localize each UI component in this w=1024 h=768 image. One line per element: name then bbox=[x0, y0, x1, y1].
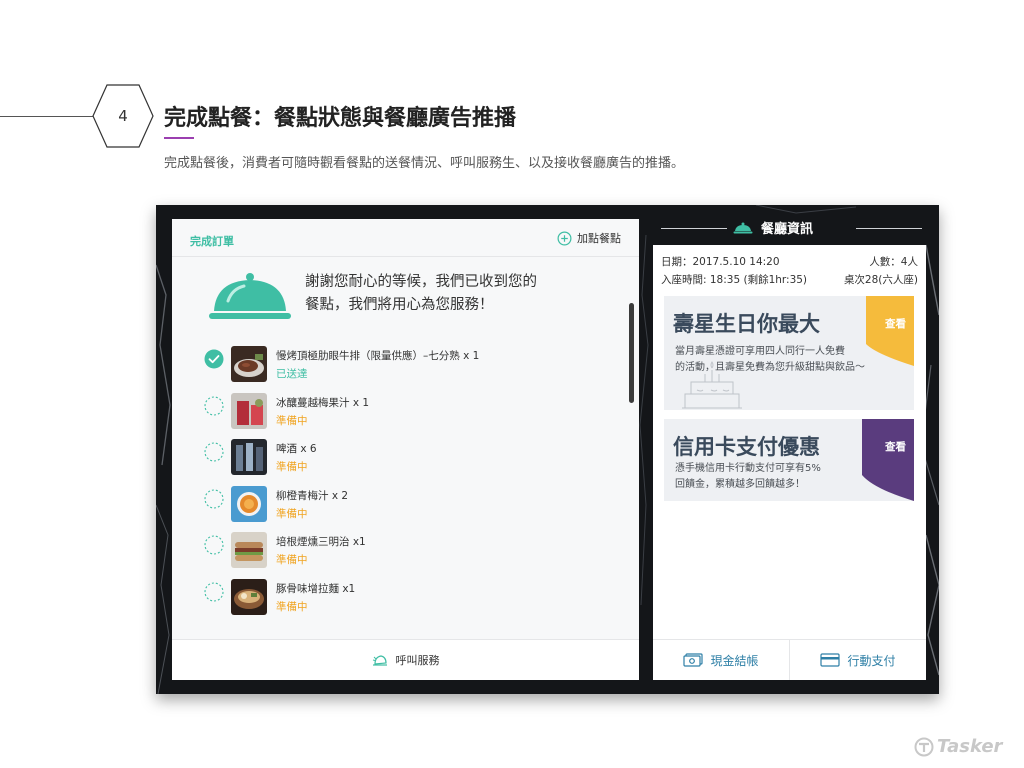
restaurant-info-label: 餐廳資訊 bbox=[761, 222, 814, 237]
thanks-message: 謝謝您耐心的等候，我們已收到您的 餐點，我們將用心為您服務！ bbox=[305, 271, 605, 317]
item-status: 準備中 bbox=[276, 414, 308, 427]
ad-description: 當月壽星憑證可享用四人同行一人免費 的活動，且壽星免費為您升級甜點與飲品～ bbox=[675, 344, 865, 376]
sandwich-thumbnail bbox=[231, 532, 267, 568]
cranberry-juice-thumbnail bbox=[231, 392, 267, 429]
credit-card-icon bbox=[820, 653, 841, 667]
table-number: 桌次28(六人座) bbox=[843, 274, 918, 286]
tablet-mockup: 完成訂單 加點餐點 謝謝您耐心的等候，我們已收到您的 餐點，我們將用心為您服務！ bbox=[156, 205, 939, 694]
pending-circle-icon bbox=[204, 535, 224, 555]
info-row: 日期：2017.5.10 14:20 人數：4人 bbox=[661, 253, 918, 271]
table-info: 日期：2017.5.10 14:20 人數：4人 入座時間: 18:35 (剩餘… bbox=[653, 245, 926, 295]
item-name: 豚骨味增拉麵 x1 bbox=[276, 582, 356, 595]
item-name: 柳橙青梅汁 x 2 bbox=[276, 489, 349, 502]
title-underline bbox=[164, 137, 194, 139]
ad-description: 憑手機信用卡行動支付可享有5% 回饋金，累積越多回饋越多！ bbox=[675, 461, 821, 493]
item-name: 冰釀蔓越梅果汁 x 1 bbox=[276, 396, 370, 409]
credit-card-ad-card[interactable]: 信用卡支付優惠 憑手機信用卡行動支付可享有5% 回饋金，累積越多回饋越多！ 查看 bbox=[664, 419, 914, 501]
ad-line: 的活動，且壽星免費為您升級甜點與飲品～ bbox=[675, 362, 865, 373]
steak-thumbnail bbox=[231, 346, 267, 382]
order-panel-title: 完成訂單 bbox=[190, 235, 234, 248]
order-item-list: 慢烤頂極肋眼牛排（限量供應）–七分熟 x 1 已送達 冰釀蔓越梅果汁 x 1 準… bbox=[202, 346, 622, 625]
tasker-logo-icon bbox=[914, 737, 934, 756]
thanks-line-2: 餐點，我們將用心為您服務！ bbox=[305, 297, 494, 313]
ribbon-yellow-icon bbox=[866, 296, 914, 366]
payment-bar: 現金結帳 行動支付 bbox=[653, 639, 926, 680]
item-name: 慢烤頂極肋眼牛排（限量供應）–七分熟 x 1 bbox=[276, 350, 480, 362]
step-connector-line bbox=[0, 116, 95, 117]
birthday-ad-card[interactable]: 壽星生日你最大 當月壽星憑證可享用四人同行一人免費 的活動，且壽星免費為您升級甜… bbox=[664, 296, 914, 410]
pending-circle-icon bbox=[204, 442, 224, 462]
pending-circle-icon bbox=[204, 581, 224, 602]
call-service-label: 呼叫服務 bbox=[395, 654, 440, 667]
order-item: 柳橙青梅汁 x 2 準備中 bbox=[202, 485, 622, 533]
restaurant-info-header: 餐廳資訊 bbox=[653, 215, 926, 239]
cloche-small-icon bbox=[733, 222, 753, 233]
ad-line: 憑手機信用卡行動支付可享有5% bbox=[675, 463, 821, 474]
ramen-thumbnail bbox=[231, 578, 267, 615]
pending-circle-icon bbox=[204, 488, 224, 509]
cash-checkout-label: 現金結帳 bbox=[710, 653, 759, 668]
order-list-scrollbar[interactable] bbox=[629, 303, 634, 403]
item-status: 已送達 bbox=[276, 368, 308, 380]
add-order-label: 加點餐點 bbox=[577, 232, 621, 245]
page-subtitle: 完成點餐後，消費者可隨時觀看餐點的送餐情況、呼叫服務生、以及接收餐廳廣告的推播。 bbox=[164, 156, 685, 171]
cash-icon bbox=[683, 653, 704, 667]
mobile-pay-button[interactable]: 行動支付 bbox=[789, 640, 926, 680]
ribbon-purple-icon bbox=[862, 419, 914, 501]
item-status: 準備中 bbox=[276, 600, 308, 613]
add-order-button[interactable]: 加點餐點 bbox=[557, 230, 621, 246]
header-line-left bbox=[661, 228, 727, 229]
brand-name: Tasker bbox=[937, 736, 1003, 757]
item-status: 準備中 bbox=[276, 461, 308, 473]
view-credit-card-ad-button[interactable]: 查看 bbox=[885, 439, 906, 454]
cash-checkout-button[interactable]: 現金結帳 bbox=[653, 640, 789, 680]
item-status: 準備中 bbox=[276, 554, 308, 566]
ad-heading: 壽星生日你最大 bbox=[673, 312, 820, 336]
item-name: 培根煙燻三明治 x1 bbox=[276, 536, 366, 548]
view-birthday-ad-button[interactable]: 查看 bbox=[885, 316, 906, 331]
step-number: 4 bbox=[118, 107, 128, 125]
page-title: 完成點餐：餐點狀態與餐廳廣告推播 bbox=[164, 106, 517, 131]
pending-circle-icon bbox=[204, 395, 224, 416]
order-panel: 完成訂單 加點餐點 謝謝您耐心的等候，我們已收到您的 餐點，我們將用心為您服務！ bbox=[172, 219, 639, 680]
order-item: 培根煙燻三明治 x1 準備中 bbox=[202, 532, 622, 579]
order-item: 豚骨味增拉麵 x1 準備中 bbox=[202, 578, 622, 626]
thanks-line-1: 謝謝您耐心的等候，我們已收到您的 bbox=[305, 274, 537, 290]
checked-circle-icon bbox=[204, 349, 224, 369]
item-name: 啤酒 x 6 bbox=[276, 443, 317, 455]
brand-logo: Tasker bbox=[914, 736, 1002, 757]
order-item: 慢烤頂極肋眼牛排（限量供應）–七分熟 x 1 已送達 bbox=[202, 346, 622, 393]
order-item: 啤酒 x 6 準備中 bbox=[202, 439, 622, 486]
order-item: 冰釀蔓越梅果汁 x 1 準備中 bbox=[202, 392, 622, 440]
mobile-pay-label: 行動支付 bbox=[847, 653, 896, 668]
info-row: 入座時間: 18:35 (剩餘1hr:35) 桌次28(六人座) bbox=[661, 271, 918, 289]
restaurant-info-title: 餐廳資訊 bbox=[733, 218, 813, 237]
ad-line: 當月壽星憑證可享用四人同行一人免費 bbox=[675, 346, 845, 357]
header-line-right bbox=[856, 228, 922, 229]
call-service-button[interactable]: 呼叫服務 bbox=[172, 639, 639, 680]
item-status: 準備中 bbox=[276, 507, 308, 520]
beer-thumbnail bbox=[231, 439, 267, 475]
cloche-icon bbox=[209, 273, 291, 319]
order-panel-header: 完成訂單 加點餐點 bbox=[172, 219, 639, 257]
plus-circle-icon bbox=[557, 231, 572, 245]
party-size: 人數：4人 bbox=[869, 256, 918, 268]
restaurant-panel: 日期：2017.5.10 14:20 人數：4人 入座時間: 18:35 (剩餘… bbox=[653, 245, 926, 680]
ad-heading: 信用卡支付優惠 bbox=[673, 435, 820, 459]
orange-juice-thumbnail bbox=[231, 485, 267, 522]
seated-time: 入座時間: 18:35 (剩餘1hr:35) bbox=[661, 274, 808, 286]
ad-line: 回饋金，累積越多回饋越多！ bbox=[675, 479, 805, 490]
page: 4 完成點餐：餐點狀態與餐廳廣告推播 完成點餐後，消費者可隨時觀看餐點的送餐情況… bbox=[0, 0, 1024, 768]
service-bell-icon bbox=[372, 655, 387, 666]
order-date: 日期：2017.5.10 14:20 bbox=[661, 256, 780, 268]
